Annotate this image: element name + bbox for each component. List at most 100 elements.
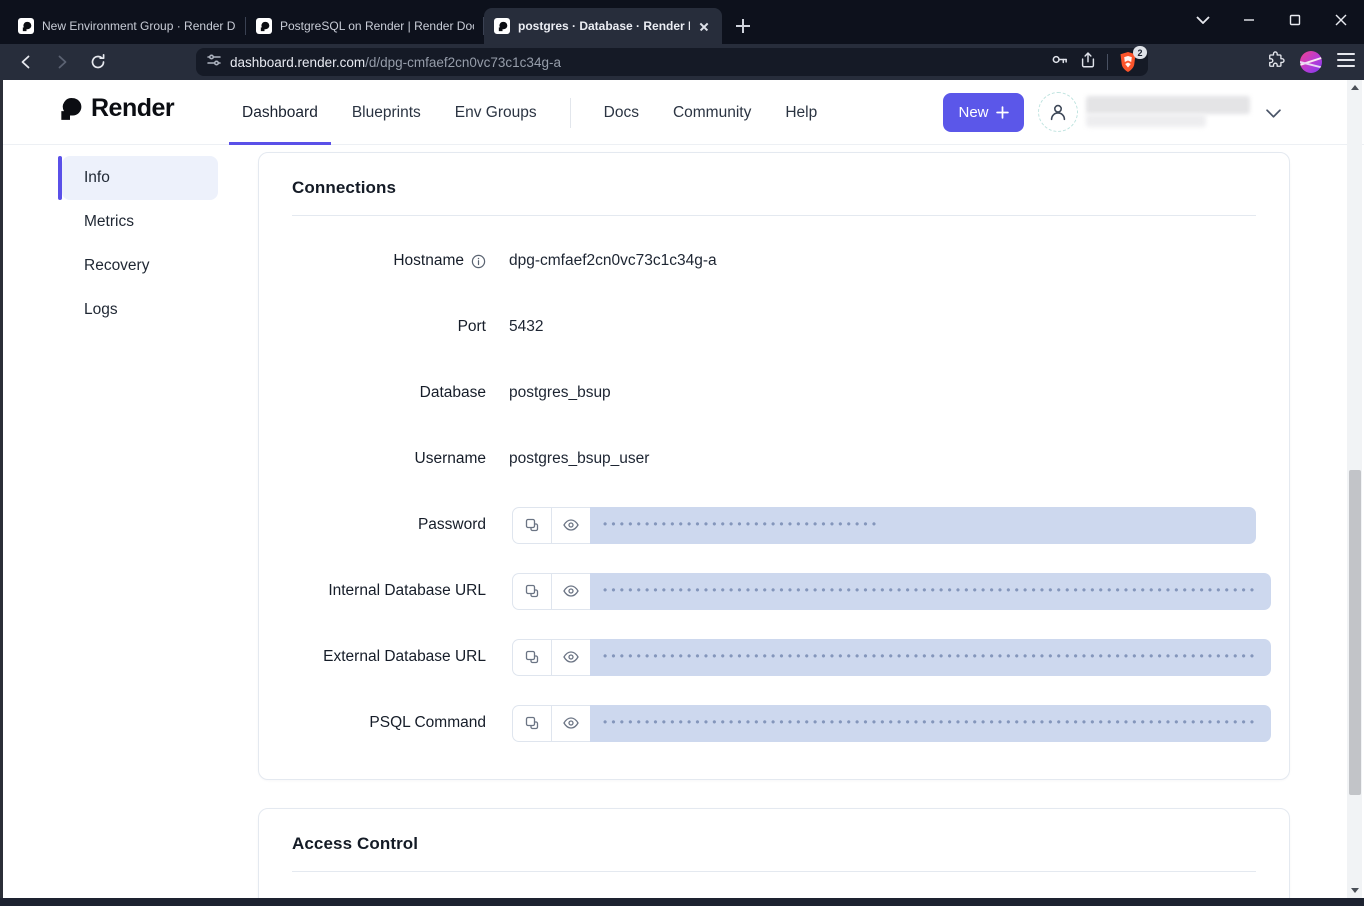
scrollbar-thumb[interactable]	[1349, 470, 1361, 795]
render-favicon-icon	[256, 18, 272, 34]
account-name-redacted	[1086, 96, 1250, 128]
sidebar-item-logs[interactable]: Logs	[62, 288, 218, 332]
tab-new-environment-group[interactable]: New Environment Group · Render Das	[8, 8, 246, 44]
browser-profile-avatar[interactable]	[1300, 51, 1322, 73]
sidebar: Info Metrics Recovery Logs	[0, 145, 240, 332]
scroll-down-arrow-icon[interactable]	[1347, 883, 1362, 898]
hostname-label: Hostname	[393, 252, 464, 270]
external-db-url-row: External Database URL ••••••••••••••••••…	[259, 624, 1289, 690]
eye-icon	[562, 582, 580, 600]
new-tab-button[interactable]	[730, 13, 756, 39]
window-maximize-button[interactable]	[1272, 0, 1318, 40]
window-edge-artifact	[0, 80, 3, 906]
main-nav: Dashboard Blueprints Env Groups Docs Com…	[225, 80, 834, 145]
reveal-button[interactable]	[551, 639, 590, 676]
sidebar-item-info[interactable]: Info	[62, 156, 218, 200]
internal-db-url-masked-field[interactable]: ••••••••••••••••••••••••••••••••••••••••…	[590, 573, 1271, 610]
scroll-up-arrow-icon[interactable]	[1347, 80, 1362, 95]
brand-wordmark: Render	[91, 94, 174, 123]
nav-divider	[570, 98, 571, 128]
url-host: dashboard.render.com	[230, 55, 365, 70]
render-favicon-icon	[494, 18, 510, 34]
hostname-row: Hostname dpg-cmfaef2cn0vc73c1c34g-a	[259, 228, 1289, 294]
sidebar-item-recovery[interactable]: Recovery	[62, 244, 218, 288]
tab-title: postgres · Database · Render Da	[518, 19, 690, 33]
tab-search-chevron-icon[interactable]	[1180, 0, 1226, 40]
nav-blueprints[interactable]: Blueprints	[335, 80, 438, 145]
eye-icon	[562, 648, 580, 666]
password-masked-field[interactable]: •••••••••••••••••••••••••••••••••	[590, 507, 1256, 544]
window-close-button[interactable]	[1318, 0, 1364, 40]
account-chevron-down-icon[interactable]	[1266, 105, 1281, 123]
external-db-url-masked-field[interactable]: ••••••••••••••••••••••••••••••••••••••••…	[590, 639, 1271, 676]
access-control-title: Access Control	[292, 834, 1256, 854]
copy-button[interactable]	[512, 573, 551, 610]
tab-close-icon[interactable]	[696, 18, 712, 34]
site-settings-icon[interactable]	[206, 52, 222, 73]
tab-postgres-database-active[interactable]: postgres · Database · Render Da	[484, 8, 722, 44]
eye-icon	[562, 714, 580, 732]
copy-button[interactable]	[512, 639, 551, 676]
port-row: Port 5432	[259, 294, 1289, 360]
info-icon[interactable]	[471, 254, 486, 269]
port-label: Port	[458, 318, 486, 336]
eye-icon	[562, 516, 580, 534]
url-text: dashboard.render.com/d/dpg-cmfaef2cn0vc7…	[230, 55, 561, 70]
extensions-puzzle-icon[interactable]	[1266, 50, 1286, 75]
new-button[interactable]: New	[943, 93, 1024, 132]
nav-community[interactable]: Community	[656, 80, 768, 145]
username-value: postgres_bsup_user	[486, 450, 1256, 468]
database-row: Database postgres_bsup	[259, 360, 1289, 426]
reveal-button[interactable]	[551, 507, 590, 544]
window-minimize-button[interactable]	[1226, 0, 1272, 40]
psql-command-label: PSQL Command	[369, 714, 486, 732]
copy-icon	[524, 715, 540, 731]
database-label: Database	[420, 384, 486, 402]
reveal-button[interactable]	[551, 705, 590, 742]
psql-command-masked-field[interactable]: ••••••••••••••••••••••••••••••••••••••••…	[590, 705, 1271, 742]
nav-help[interactable]: Help	[768, 80, 834, 145]
key-icon[interactable]	[1050, 50, 1069, 74]
reload-button[interactable]	[84, 48, 112, 76]
password-label: Password	[418, 516, 486, 534]
page-scrollbar[interactable]	[1347, 80, 1362, 898]
access-control-card: Access Control	[258, 808, 1290, 898]
account-avatar[interactable]	[1038, 92, 1078, 132]
window-bottom-edge	[0, 898, 1364, 906]
forward-button[interactable]	[48, 48, 76, 76]
browser-menu-icon[interactable]	[1336, 52, 1356, 73]
render-favicon-icon	[18, 18, 34, 34]
username-label: Username	[415, 450, 487, 468]
psql-command-row: PSQL Command •••••••••••••••••••••••••••…	[259, 690, 1289, 756]
browser-toolbar: dashboard.render.com/d/dpg-cmfaef2cn0vc7…	[0, 44, 1364, 80]
render-logo-icon	[57, 96, 83, 122]
connections-title: Connections	[292, 178, 1256, 198]
sidebar-item-metrics[interactable]: Metrics	[62, 200, 218, 244]
nav-env-groups[interactable]: Env Groups	[438, 80, 554, 145]
tab-title: PostgreSQL on Render | Render Docs	[280, 19, 474, 33]
nav-dashboard[interactable]: Dashboard	[225, 80, 335, 145]
internal-db-url-label: Internal Database URL	[328, 582, 486, 600]
tab-title: New Environment Group · Render Das	[42, 19, 236, 33]
copy-icon	[524, 649, 540, 665]
copy-button[interactable]	[512, 507, 551, 544]
render-dashboard-page: Render Dashboard Blueprints Env Groups D…	[0, 80, 1364, 898]
shield-badge-count: 2	[1133, 46, 1147, 59]
copy-icon	[524, 583, 540, 599]
share-icon[interactable]	[1079, 51, 1097, 74]
url-bar[interactable]: dashboard.render.com/d/dpg-cmfaef2cn0vc7…	[196, 48, 1148, 76]
copy-button[interactable]	[512, 705, 551, 742]
brave-shield-icon[interactable]: 2	[1118, 51, 1140, 73]
plus-icon	[996, 106, 1009, 119]
app-header: Render Dashboard Blueprints Env Groups D…	[0, 80, 1364, 145]
nav-docs[interactable]: Docs	[587, 80, 656, 145]
back-button[interactable]	[12, 48, 40, 76]
copy-icon	[524, 517, 540, 533]
reveal-button[interactable]	[551, 573, 590, 610]
connections-card: Connections Hostname dpg-cmfaef2cn0vc73c…	[258, 152, 1290, 780]
tab-postgresql-docs[interactable]: PostgreSQL on Render | Render Docs	[246, 8, 484, 44]
render-logo[interactable]: Render	[57, 94, 174, 123]
url-path: /d/dpg-cmfaef2cn0vc73c1c34g-a	[365, 55, 561, 70]
username-row: Username postgres_bsup_user	[259, 426, 1289, 492]
person-icon	[1047, 101, 1069, 123]
